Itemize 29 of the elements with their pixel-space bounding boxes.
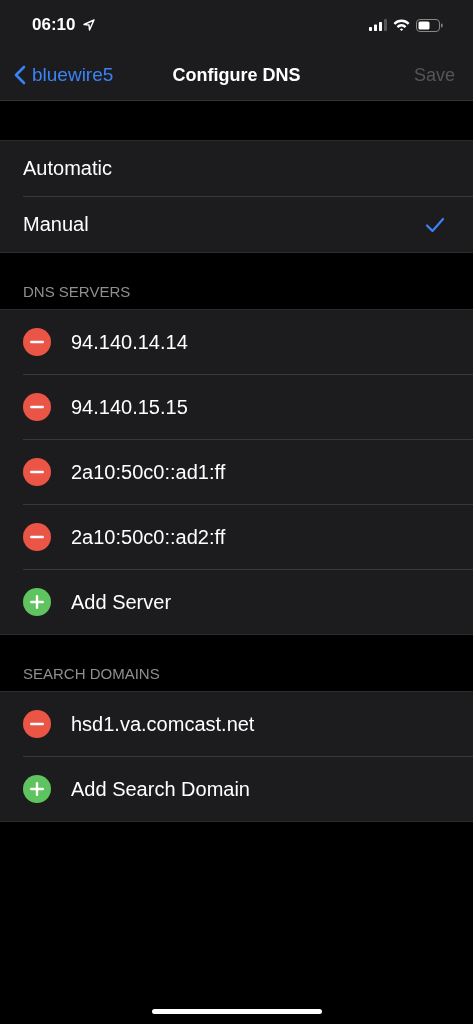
add-icon[interactable]: [23, 775, 51, 803]
wifi-icon: [393, 19, 410, 31]
add-icon[interactable]: [23, 588, 51, 616]
section-header: SEARCH DOMAINS: [22, 664, 161, 684]
battery-icon: [416, 18, 443, 32]
back-chevron-icon[interactable]: [14, 65, 26, 85]
add-row-label[interactable]: Add Search Domain: [71, 777, 250, 801]
remove-icon[interactable]: [23, 328, 51, 356]
page-title: Configure DNS: [172, 64, 301, 86]
back-button[interactable]: bluewire5: [14, 64, 114, 86]
add-row-label[interactable]: Add Server: [71, 590, 172, 614]
entry-text: 2a10:50c0::ad2:ff: [71, 525, 226, 549]
signal-icon: [369, 19, 387, 31]
remove-icon[interactable]: [23, 393, 51, 421]
entry-text: 94.140.15.15: [71, 395, 188, 419]
section-header: DNS SERVERS: [22, 282, 132, 302]
mode-label: Automatic: [23, 157, 112, 180]
mode-option[interactable]: Manual: [23, 197, 473, 252]
remove-icon[interactable]: [23, 523, 51, 551]
checkmark-icon: [425, 216, 445, 233]
entry-text: hsd1.va.comcast.net: [71, 712, 255, 736]
location-arrow-icon: [83, 19, 96, 31]
status-time: 06:10: [32, 15, 76, 35]
entry-text: 2a10:50c0::ad1:ff: [71, 460, 226, 484]
remove-icon[interactable]: [23, 458, 51, 486]
mode-label: Manual: [23, 213, 89, 236]
remove-icon[interactable]: [23, 710, 51, 738]
mode-option[interactable]: Automatic: [23, 141, 473, 197]
entry-text: 94.140.14.14: [71, 330, 188, 354]
